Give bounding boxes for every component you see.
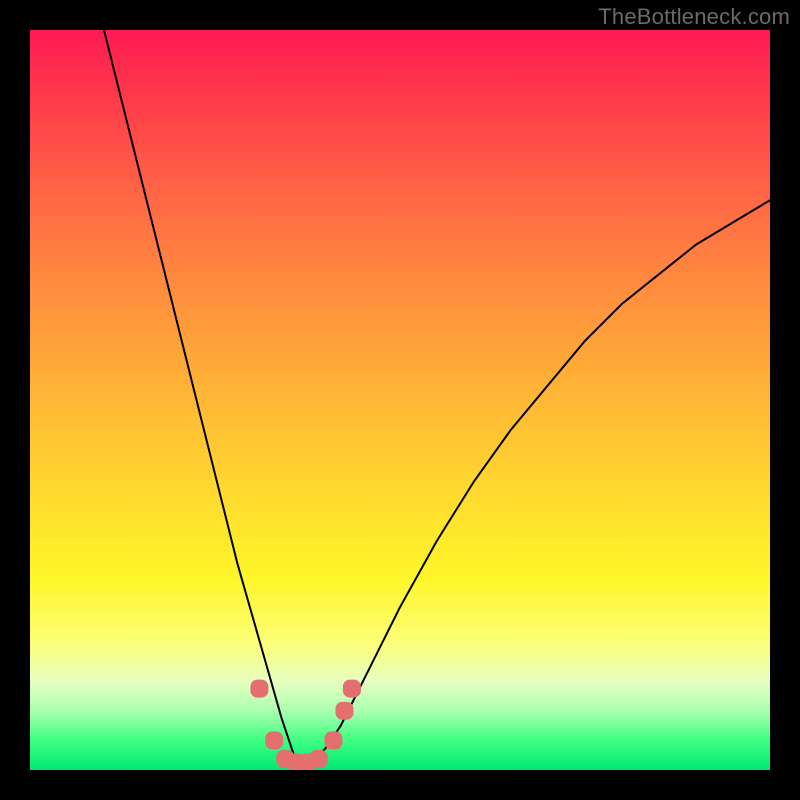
highlight-point <box>265 731 283 749</box>
chart-frame: TheBottleneck.com <box>0 0 800 800</box>
highlight-point <box>336 702 354 720</box>
watermark-text: TheBottleneck.com <box>598 4 790 30</box>
bottleneck-curve <box>104 30 770 763</box>
highlight-point <box>310 750 328 768</box>
plot-area <box>30 30 770 770</box>
highlight-point <box>324 731 342 749</box>
highlight-point <box>343 680 361 698</box>
highlight-point <box>250 680 268 698</box>
highlight-markers <box>250 680 361 770</box>
plot-svg <box>30 30 770 770</box>
